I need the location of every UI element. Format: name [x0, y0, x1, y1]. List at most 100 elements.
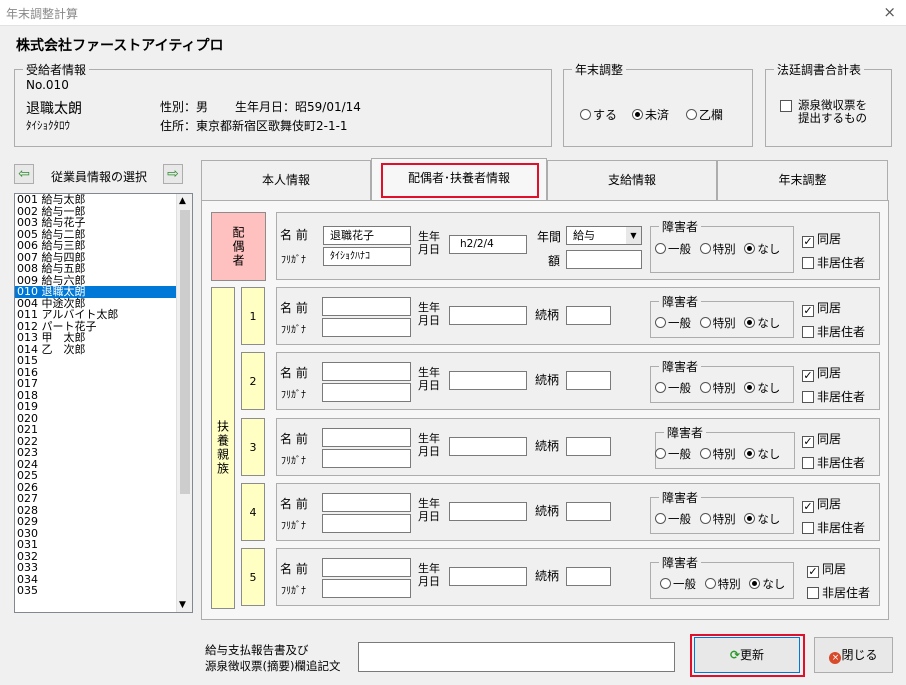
- dependent-cohabit-checkbox[interactable]: ✓ 同居: [802, 364, 841, 382]
- close-icon[interactable]: ×: [883, 3, 896, 21]
- dependent-furigana-label: ﾌﾘｶﾞﾅ: [281, 586, 306, 597]
- dependent-cohabit-checkbox[interactable]: ✓ 同居: [807, 560, 846, 578]
- dependent-kana-input[interactable]: [322, 318, 411, 337]
- prev-employee-button[interactable]: ⇦: [14, 164, 34, 184]
- remarks-label-line1: 給与支払報告書及び: [205, 643, 309, 657]
- spouse-kana-input[interactable]: ﾀｲｼｮｸﾊﾅｺ: [323, 247, 411, 266]
- dependent-relation-input[interactable]: [566, 306, 611, 325]
- spouse-nonresident-checkbox[interactable]: 非居住者: [802, 254, 865, 271]
- tab-payment[interactable]: 支給情報: [547, 160, 717, 200]
- year-end-radio-do[interactable]: する: [580, 106, 617, 123]
- employee-list[interactable]: 001 給与太郎 002 給与一郎 003 給与花子 005 給与二郎 006 給与三郎…: [14, 193, 193, 613]
- employee-list-item[interactable]: 021: [15, 424, 192, 436]
- dependent-kana-input[interactable]: [322, 514, 411, 533]
- employee-list-item[interactable]: 003 給与花子: [15, 217, 192, 229]
- dependent-relation-input[interactable]: [566, 502, 611, 521]
- dependent-name-input[interactable]: [322, 493, 411, 512]
- dependent-kana-input[interactable]: [322, 383, 411, 402]
- dependent-disability-radios[interactable]: 一般 特別 なし: [655, 315, 780, 331]
- dependent-nonresident-checkbox[interactable]: 非居住者: [807, 584, 870, 601]
- recipient-address: 住所：東京都新宿区歌舞伎町2-1-1: [160, 119, 348, 133]
- next-employee-button[interactable]: ⇨: [163, 164, 183, 184]
- employee-list-item[interactable]: 024: [15, 458, 192, 471]
- employee-list-item[interactable]: 008 給与五郎: [15, 263, 192, 275]
- employee-list-item[interactable]: 019: [15, 401, 192, 413]
- dependent-name-input[interactable]: [322, 297, 411, 316]
- statutory-checkbox[interactable]: [780, 99, 795, 113]
- employee-list-item[interactable]: 010 退職太朗: [15, 286, 192, 298]
- dependent-disability-radios[interactable]: 一般 特別 なし: [655, 446, 780, 462]
- year-end-group: 年末調整: [563, 61, 753, 147]
- spouse-income-type-select[interactable]: 給与 ▼: [566, 226, 642, 245]
- remarks-input[interactable]: [358, 642, 675, 672]
- dependent-relation-input[interactable]: [566, 371, 611, 390]
- employee-list-item[interactable]: 032: [15, 550, 192, 563]
- employee-list-item[interactable]: 031: [15, 539, 192, 551]
- employee-list-item[interactable]: 020: [15, 412, 192, 425]
- tab-personal[interactable]: 本人情報: [201, 160, 371, 200]
- update-button[interactable]: ⟳更新: [694, 637, 800, 673]
- scroll-up-icon[interactable]: ▲: [179, 196, 186, 206]
- employee-list-item[interactable]: 017: [15, 378, 192, 390]
- employee-list-item[interactable]: 029: [15, 516, 192, 528]
- employee-list-item[interactable]: 011 アルバイト太郎: [15, 309, 192, 321]
- spouse-cohabit-checkbox[interactable]: ✓ 同居: [802, 230, 841, 248]
- spouse-name-input[interactable]: 退職花子: [323, 226, 411, 245]
- employee-list-item[interactable]: 028: [15, 504, 192, 517]
- dependent-furigana-label: ﾌﾘｶﾞﾅ: [281, 521, 306, 532]
- employee-list-item[interactable]: 001 給与太郎: [15, 194, 192, 206]
- close-button[interactable]: × 閉じる: [814, 637, 893, 673]
- employee-list-scrollbar[interactable]: ▲ ▼: [176, 194, 192, 612]
- employee-list-item[interactable]: 014 乙 次郎: [15, 343, 192, 356]
- dependent-nonresident-checkbox[interactable]: 非居住者: [802, 323, 865, 340]
- dependent-cohabit-checkbox[interactable]: ✓ 同居: [802, 299, 841, 317]
- dependent-relation-input[interactable]: [566, 437, 611, 456]
- window-title: 年末調整計算: [6, 7, 79, 21]
- employee-list-item[interactable]: 015: [15, 355, 192, 367]
- dependent-nonresident-checkbox[interactable]: 非居住者: [802, 388, 865, 405]
- dependent-kana-input[interactable]: [322, 449, 411, 468]
- dependent-name-input[interactable]: [322, 428, 411, 447]
- tab-year-end[interactable]: 年末調整: [717, 160, 888, 200]
- dependent-kana-input[interactable]: [322, 579, 411, 598]
- employee-list-item[interactable]: 034: [15, 573, 192, 586]
- dependent-birth-input[interactable]: [449, 567, 527, 586]
- employee-list-item[interactable]: 025: [15, 470, 192, 482]
- employee-list-item[interactable]: 026: [15, 481, 192, 494]
- employee-list-item[interactable]: 018: [15, 389, 192, 402]
- disability-legend: 障害者: [662, 491, 699, 505]
- dependent-relation-input[interactable]: [566, 567, 611, 586]
- employee-list-item[interactable]: 027: [15, 493, 192, 505]
- year-end-radio-otsu[interactable]: 乙欄: [686, 106, 723, 123]
- employee-list-item[interactable]: 030: [15, 527, 192, 540]
- year-end-option-label: する: [593, 108, 618, 122]
- dependent-nonresident-checkbox[interactable]: 非居住者: [802, 519, 865, 536]
- employee-list-item[interactable]: 006 給与三郎: [15, 240, 192, 252]
- dependent-birth-input[interactable]: [449, 437, 527, 456]
- dependent-nonresident-checkbox[interactable]: 非居住者: [802, 454, 865, 471]
- employee-list-item[interactable]: 016: [15, 366, 192, 379]
- scroll-down-icon[interactable]: ▼: [179, 600, 186, 610]
- scroll-thumb[interactable]: [180, 210, 190, 494]
- dependent-birth-input[interactable]: [449, 502, 527, 521]
- employee-list-item[interactable]: 033: [15, 562, 192, 574]
- spouse-birth-input[interactable]: h2/2/4: [449, 235, 527, 254]
- employee-list-item[interactable]: 023: [15, 447, 192, 459]
- dependent-cohabit-checkbox[interactable]: ✓ 同居: [802, 430, 841, 448]
- dependent-disability-radios[interactable]: 一般 特別 なし: [655, 380, 780, 396]
- dependent-name-input[interactable]: [322, 558, 411, 577]
- dependent-birth-input[interactable]: [449, 306, 527, 325]
- dependent-cohabit-checkbox[interactable]: ✓ 同居: [802, 495, 841, 513]
- chevron-down-icon[interactable]: ▼: [626, 227, 641, 244]
- spouse-amount-input[interactable]: [566, 250, 642, 269]
- employee-list-item[interactable]: 035: [15, 585, 192, 597]
- spouse-name-label: 名 前: [280, 228, 308, 242]
- dependent-disability-radios[interactable]: 一般 特別 なし: [655, 511, 780, 527]
- dependent-birth-input[interactable]: [449, 371, 527, 390]
- dependent-name-input[interactable]: [322, 362, 411, 381]
- year-end-radio-pending[interactable]: 未済: [632, 106, 669, 123]
- spouse-disability-radios[interactable]: 一般 特別 なし: [655, 241, 780, 257]
- dependent-disability-radios[interactable]: 一般 特別 なし: [660, 576, 785, 592]
- employee-list-item[interactable]: 013 甲 太郎: [15, 332, 192, 344]
- employee-list-item[interactable]: 022: [15, 435, 192, 448]
